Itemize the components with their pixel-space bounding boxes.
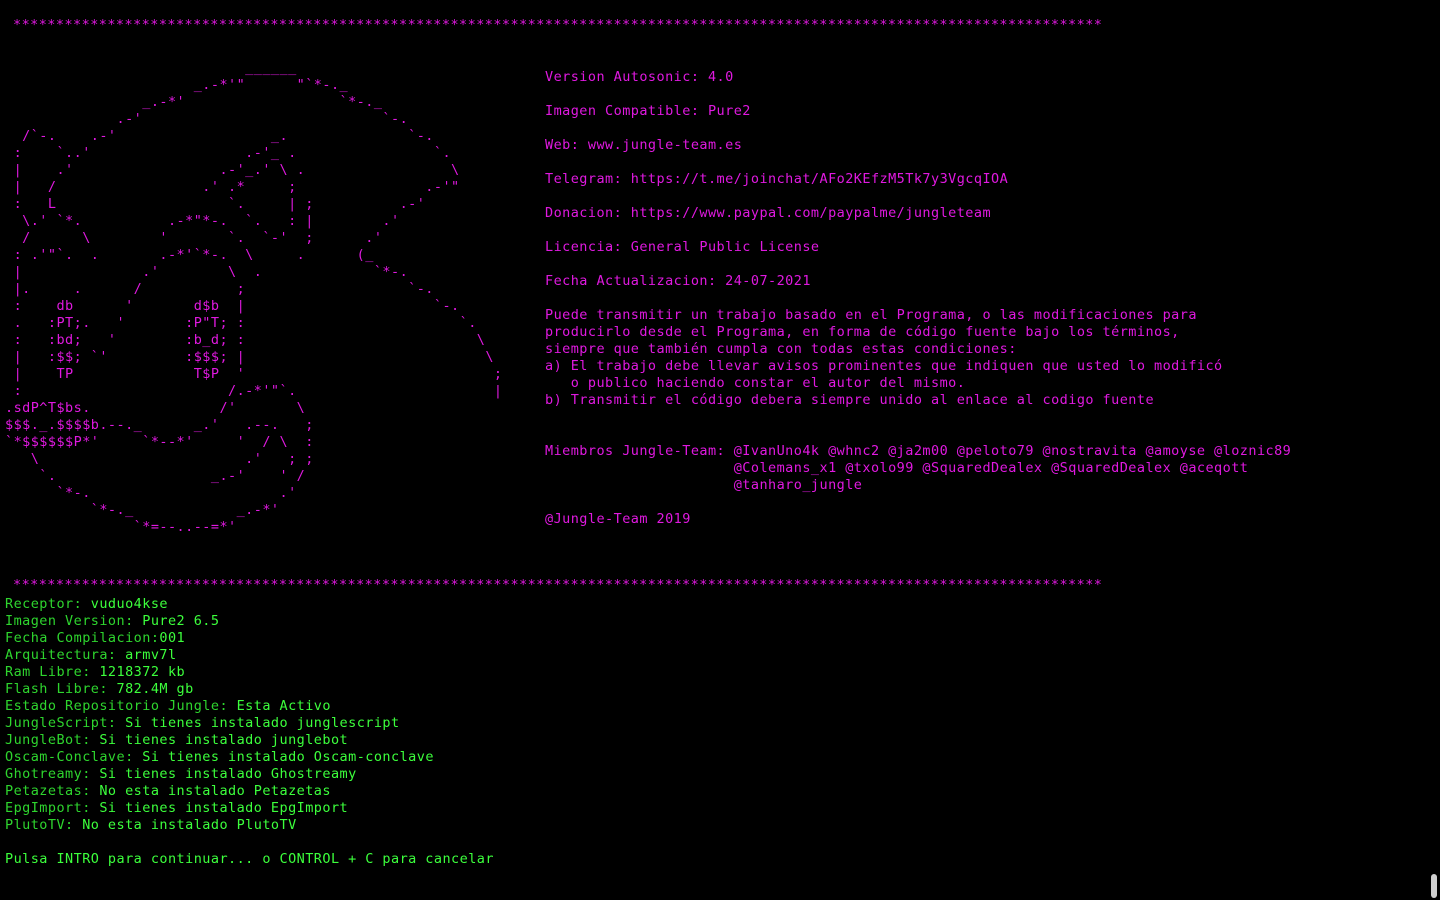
status-label: Flash Libre:: [5, 681, 117, 697]
status-value: 1218372 kb: [99, 664, 186, 680]
copyright: @Jungle-Team 2019: [545, 511, 691, 527]
info-license: Licencia: General Public License: [545, 239, 820, 255]
status-row: Estado Repositorio Jungle: Esta Activo: [5, 698, 434, 715]
license-text-line: producirlo desde el Programa, en forma d…: [545, 324, 1180, 340]
system-status-list: Receptor: vuduo4kse Imagen Version: Pure…: [5, 596, 434, 834]
status-value: vuduo4kse: [90, 596, 168, 612]
status-row: PlutoTV: No esta instalado PlutoTV: [5, 817, 434, 834]
status-value: 782.4M gb: [116, 681, 194, 697]
status-row: EpgImport: Si tienes instalado EpgImport: [5, 800, 434, 817]
info-donation: Donacion: https://www.paypal.com/paypalm…: [545, 205, 992, 221]
status-label: Estado Repositorio Jungle:: [5, 698, 237, 714]
members-line: Miembros Jungle-Team: @IvanUno4k @whnc2 …: [545, 443, 1292, 459]
status-value: Si tienes instalado EpgImport: [99, 800, 349, 816]
status-row: Ghotreamy: Si tienes instalado Ghostream…: [5, 766, 434, 783]
status-value: Si tienes instalado junglebot: [99, 732, 349, 748]
status-label: Receptor:: [5, 596, 91, 612]
ascii-art-logo: ______ _.-*'" "`*-._ _.-*' `*-._ .-' `-.…: [5, 60, 503, 535]
status-row: JungleBot: Si tienes instalado junglebot: [5, 732, 434, 749]
status-value: 001: [159, 630, 186, 646]
status-row: Petazetas: No esta instalado Petazetas: [5, 783, 434, 800]
status-label: Ghotreamy:: [5, 766, 100, 782]
status-row: Fecha Compilacion:001: [5, 630, 434, 647]
status-label: JungleScript:: [5, 715, 126, 731]
status-value: Pure2 6.5: [142, 613, 220, 629]
separator-top: ****************************************…: [13, 17, 1103, 33]
info-update-date: Fecha Actualizacion: 24-07-2021: [545, 273, 811, 289]
status-value: Esta Activo: [236, 698, 331, 714]
license-text-line: a) El trabajo debe llevar avisos promine…: [545, 358, 1223, 374]
status-row: Receptor: vuduo4kse: [5, 596, 434, 613]
info-version: Version Autosonic: 4.0: [545, 69, 734, 85]
status-value: No esta instalado PlutoTV: [82, 817, 297, 833]
info-image: Imagen Compatible: Pure2: [545, 103, 751, 119]
status-label: Imagen Version:: [5, 613, 143, 629]
status-row: Ram Libre: 1218372 kb: [5, 664, 434, 681]
vertical-scrollbar-thumb[interactable]: [1431, 874, 1437, 898]
status-label: Oscam-Conclave:: [5, 749, 143, 765]
status-value: Si tienes instalado Oscam-conclave: [142, 749, 434, 765]
status-value: No esta instalado Petazetas: [99, 783, 331, 799]
info-telegram: Telegram: https://t.me/joinchat/AFo2KEfz…: [545, 171, 1009, 187]
status-value: Si tienes instalado junglescript: [125, 715, 400, 731]
members-line: @tanharo_jungle: [545, 477, 863, 493]
status-row: JungleScript: Si tienes instalado jungle…: [5, 715, 434, 732]
status-row: Oscam-Conclave: Si tienes instalado Osca…: [5, 749, 434, 766]
info-web: Web: www.jungle-team.es: [545, 137, 743, 153]
status-row: Arquitectura: armv7l: [5, 647, 434, 664]
license-text-line: siempre que también cumpla con todas est…: [545, 341, 1017, 357]
status-label: EpgImport:: [5, 800, 100, 816]
terminal-window[interactable]: ****************************************…: [0, 0, 1440, 900]
status-label: Arquitectura:: [5, 647, 126, 663]
members-line: @Colemans_x1 @txolo99 @SquaredDealex @Sq…: [545, 460, 1249, 476]
status-label: Petazetas:: [5, 783, 100, 799]
status-value: armv7l: [125, 647, 177, 663]
separator-bottom: ****************************************…: [13, 577, 1103, 593]
status-row: Imagen Version: Pure2 6.5: [5, 613, 434, 630]
status-label: JungleBot:: [5, 732, 100, 748]
status-label: PlutoTV:: [5, 817, 83, 833]
status-value: Si tienes instalado Ghostreamy: [99, 766, 357, 782]
license-text-line: b) Transmitir el código debera siempre u…: [545, 392, 1155, 408]
license-text-line: Puede transmitir un trabajo basado en el…: [545, 307, 1197, 323]
status-label: Fecha Compilacion:: [5, 630, 160, 646]
status-row: Flash Libre: 782.4M gb: [5, 681, 434, 698]
status-label: Ram Libre:: [5, 664, 100, 680]
continue-prompt: Pulsa INTRO para continuar... o CONTROL …: [5, 851, 494, 867]
license-text-line: o publico haciendo constar el autor del …: [545, 375, 966, 391]
